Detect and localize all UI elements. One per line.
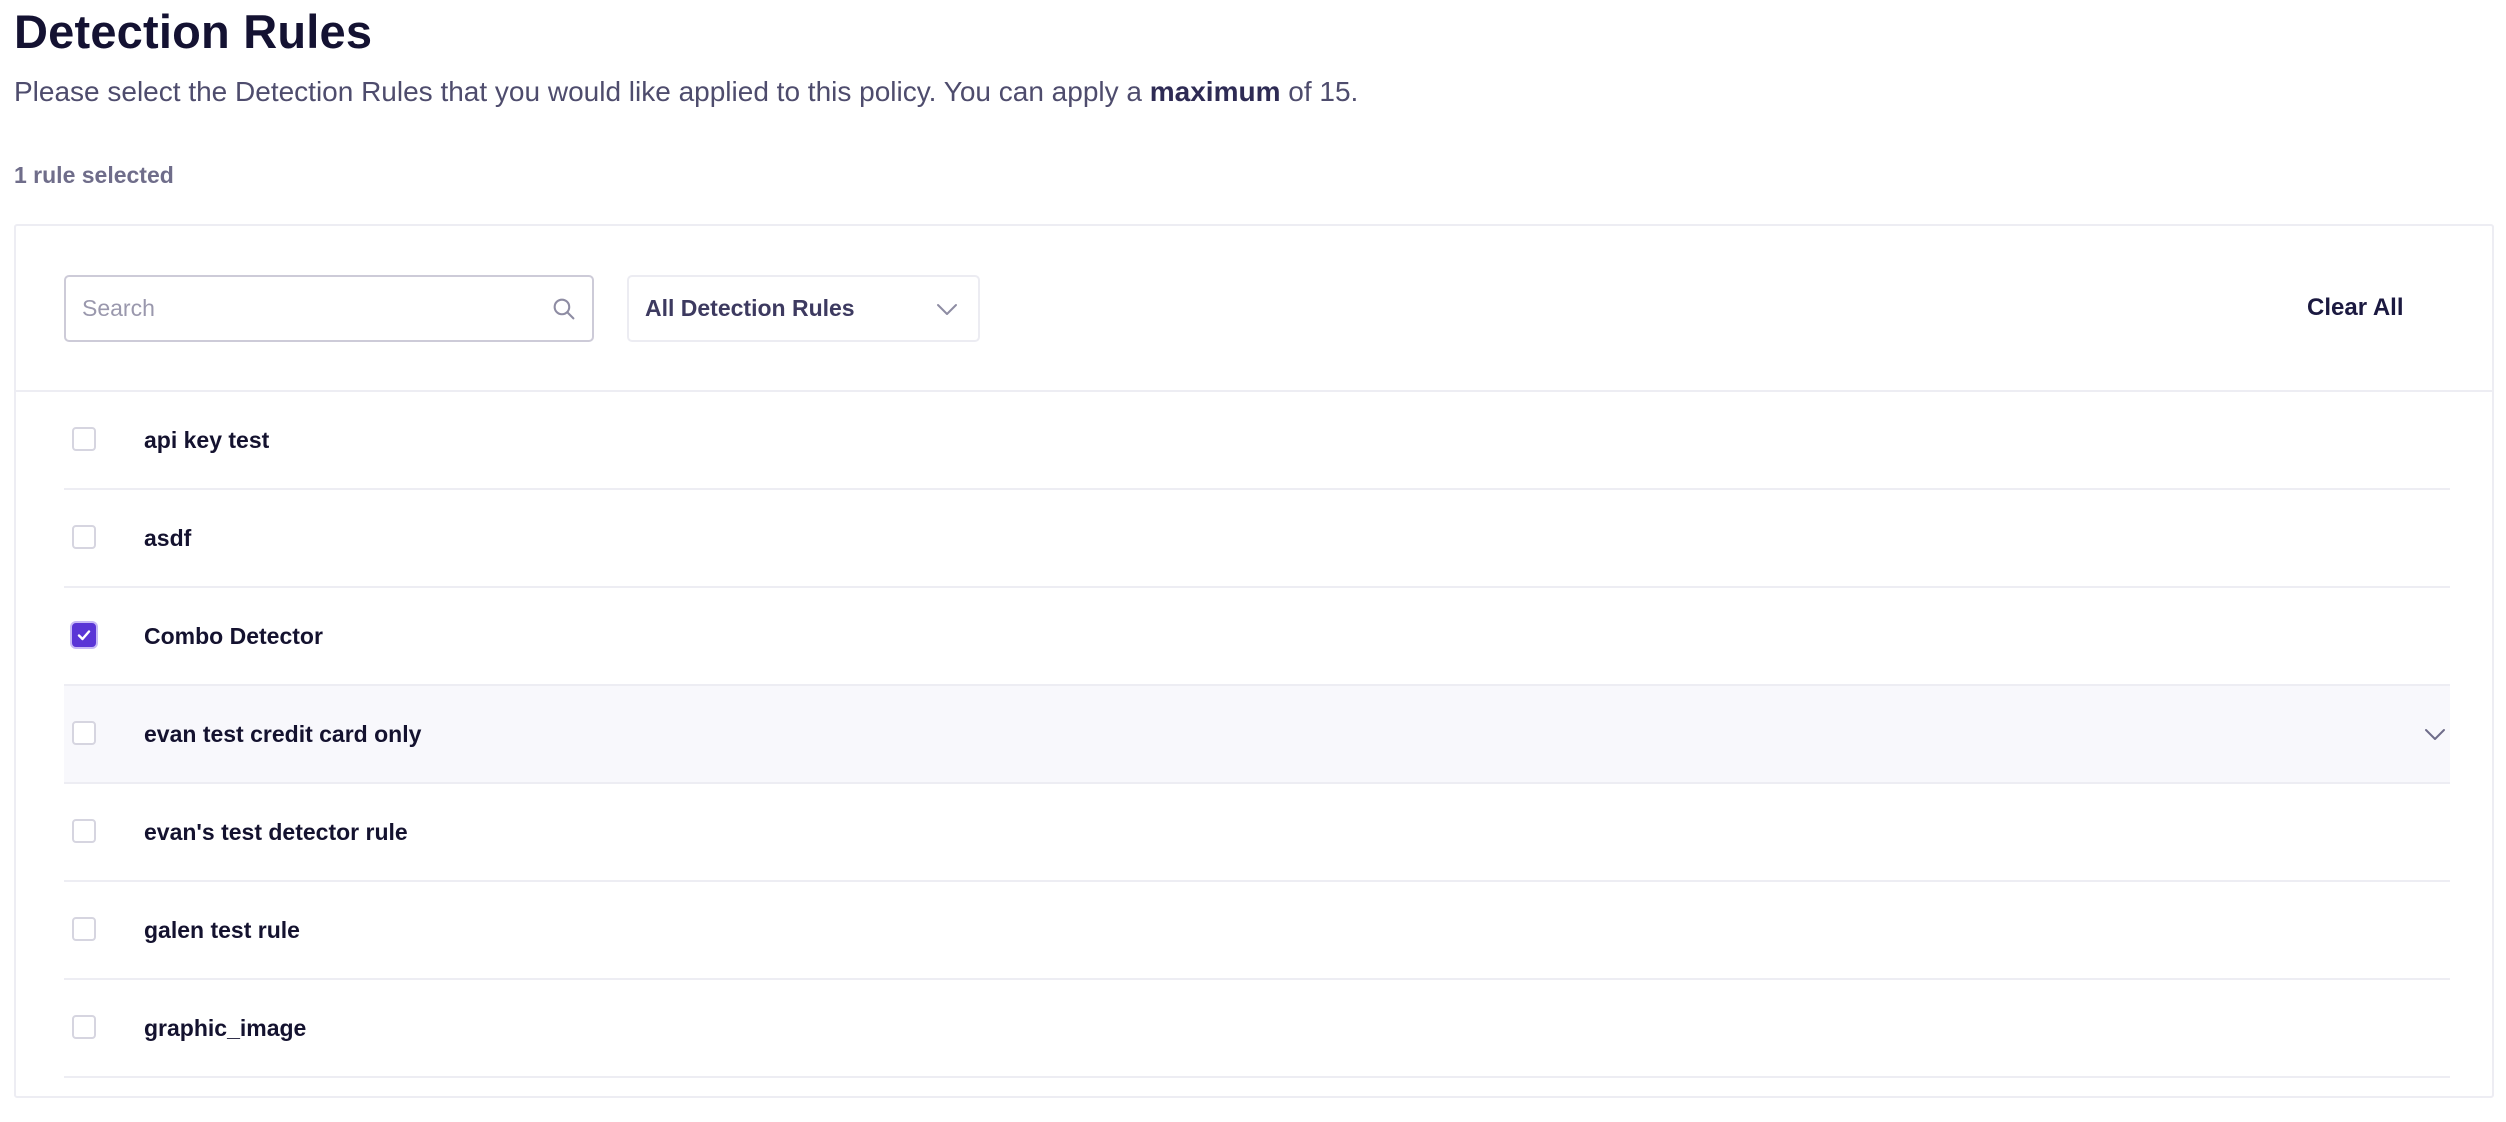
page-title: Detection Rules xyxy=(14,5,373,58)
selected-count: 1 rule selected xyxy=(14,162,174,188)
rule-row[interactable]: evan test credit card only xyxy=(64,686,2450,784)
rule-checkbox-checked[interactable] xyxy=(72,623,96,647)
checkmark-icon xyxy=(77,630,91,641)
rule-row[interactable]: Combo Detector xyxy=(64,588,2450,686)
description-emphasis: maximum xyxy=(1149,76,1281,107)
rule-label: galen test rule xyxy=(144,917,300,943)
search-icon[interactable] xyxy=(551,296,576,321)
rule-row[interactable]: galen test rule xyxy=(64,882,2450,980)
clear-all-button[interactable]: Clear All xyxy=(2307,290,2403,326)
rule-label: evan test credit card only xyxy=(144,721,422,747)
rules-panel: All Detection Rules Clear All api key te… xyxy=(14,224,2494,1098)
rule-label: graphic_image xyxy=(144,1015,307,1041)
rule-label: api key test xyxy=(144,427,270,453)
rule-checkbox[interactable] xyxy=(72,1015,96,1039)
rule-row[interactable]: graphic_image xyxy=(64,980,2450,1078)
search-input[interactable] xyxy=(82,277,522,340)
rule-row[interactable]: api key test xyxy=(64,392,2450,490)
filter-select-value: All Detection Rules xyxy=(645,295,855,321)
description-text: Please select the Detection Rules that y… xyxy=(14,76,1150,107)
expand-chevron-icon[interactable] xyxy=(2424,724,2446,744)
rule-checkbox[interactable] xyxy=(72,721,96,745)
rules-toolbar: All Detection Rules Clear All xyxy=(16,226,2492,392)
rule-checkbox[interactable] xyxy=(72,427,96,451)
rule-label: asdf xyxy=(144,525,192,551)
rule-checkbox[interactable] xyxy=(72,819,96,843)
rule-checkbox[interactable] xyxy=(72,917,96,941)
rule-row[interactable]: asdf xyxy=(64,490,2450,588)
rule-checkbox[interactable] xyxy=(72,525,96,549)
search-box[interactable] xyxy=(64,275,594,342)
chevron-down-icon xyxy=(937,304,957,315)
rule-label: Combo Detector xyxy=(144,623,323,649)
rule-label: evan's test detector rule xyxy=(144,819,408,845)
description-limit: of 15. xyxy=(1280,76,1359,107)
rule-row[interactable]: evan's test detector rule xyxy=(64,784,2450,882)
rule-list: api key test asdf Combo Detector evan test … xyxy=(64,392,2450,1078)
detection-rules-filter-select[interactable]: All Detection Rules xyxy=(627,275,980,342)
page-description: Please select the Detection Rules that y… xyxy=(14,72,1358,112)
